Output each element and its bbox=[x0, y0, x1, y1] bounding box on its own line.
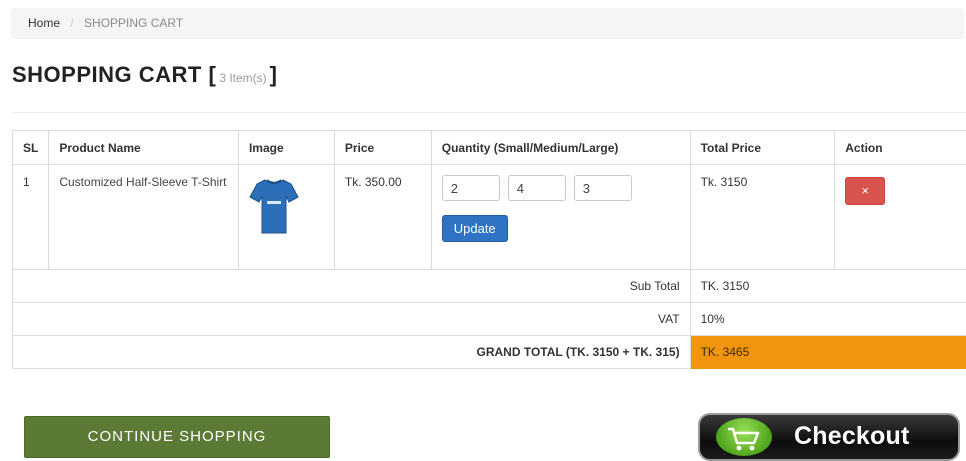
col-header-action: Action bbox=[834, 130, 966, 165]
breadcrumb-current: SHOPPING CART bbox=[84, 16, 184, 30]
page-title: SHOPPING CART [3 Item(s)] bbox=[12, 62, 277, 92]
vat-label: VAT bbox=[12, 302, 691, 336]
breadcrumb-home-link[interactable]: Home bbox=[28, 16, 60, 30]
grand-total-label: GRAND TOTAL (TK. 3150 + TK. 315) bbox=[12, 335, 691, 369]
page-title-text: SHOPPING CART bbox=[12, 62, 202, 87]
cart-icon bbox=[716, 418, 772, 456]
vat-row: VAT 10% bbox=[12, 302, 966, 336]
cart-table: SL Product Name Image Price Quantity (Sm… bbox=[11, 130, 966, 369]
item-count: 3 Item(s) bbox=[219, 71, 267, 85]
grand-total-value: TK. 3465 bbox=[689, 335, 966, 369]
title-bracket-open: [ bbox=[208, 62, 217, 87]
col-header-product-name: Product Name bbox=[48, 130, 239, 165]
table-header-row: SL Product Name Image Price Quantity (Sm… bbox=[11, 130, 966, 165]
grand-total-row: GRAND TOTAL (TK. 3150 + TK. 315) TK. 346… bbox=[12, 335, 966, 369]
subtotal-row: Sub Total TK. 3150 bbox=[12, 269, 966, 303]
item-price: Tk. 350.00 bbox=[333, 164, 432, 270]
qty-small-input[interactable] bbox=[441, 175, 500, 201]
vat-value: 10% bbox=[689, 302, 966, 336]
item-quantity-cell: Update bbox=[430, 164, 691, 270]
qty-large-input[interactable] bbox=[573, 175, 632, 201]
item-name: Customized Half-Sleeve T-Shirt bbox=[59, 175, 227, 189]
checkout-button[interactable]: Checkout bbox=[698, 413, 960, 461]
item-total: Tk. 3150 bbox=[689, 164, 836, 270]
col-header-image: Image bbox=[237, 130, 335, 165]
breadcrumb: Home / SHOPPING CART bbox=[11, 8, 964, 39]
item-sl: 1 bbox=[11, 164, 50, 270]
col-header-price: Price bbox=[333, 130, 432, 165]
table-row: 1 Customized Half-Sleeve T-Shirt Tk. 350… bbox=[11, 164, 966, 270]
col-header-quantity: Quantity (Small/Medium/Large) bbox=[430, 130, 691, 165]
remove-item-button[interactable]: × bbox=[845, 177, 886, 205]
qty-medium-input[interactable] bbox=[507, 175, 566, 201]
breadcrumb-separator: / bbox=[70, 16, 74, 30]
col-header-sl: SL bbox=[11, 130, 50, 165]
tshirt-image bbox=[249, 179, 299, 234]
item-image-cell bbox=[237, 164, 335, 270]
subtotal-label: Sub Total bbox=[12, 269, 691, 303]
col-header-total-price: Total Price bbox=[689, 130, 836, 165]
divider bbox=[12, 112, 966, 113]
subtotal-value: TK. 3150 bbox=[689, 269, 966, 303]
item-action-cell: × bbox=[834, 164, 966, 270]
update-button[interactable]: Update bbox=[441, 215, 508, 242]
item-name-cell: Customized Half-Sleeve T-Shirt bbox=[48, 164, 239, 270]
checkout-label: Checkout bbox=[794, 422, 910, 450]
continue-shopping-button[interactable]: CONTINUE SHOPPING bbox=[24, 416, 330, 458]
title-bracket-close: ] bbox=[269, 62, 278, 87]
